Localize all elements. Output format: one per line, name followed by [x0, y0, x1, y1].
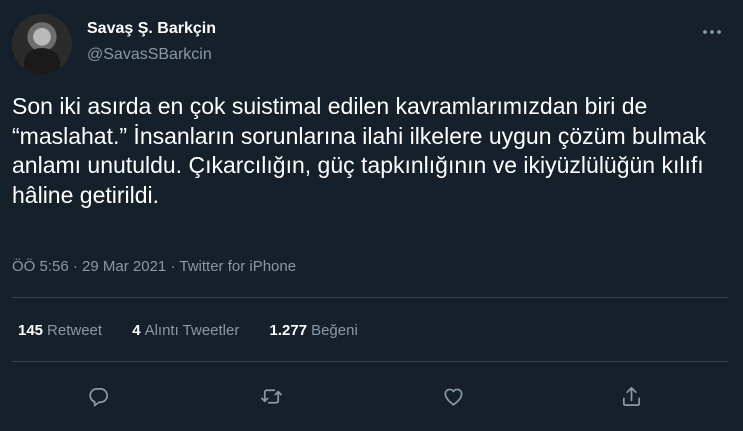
share-button[interactable]: [611, 376, 651, 416]
quotes-label: Alıntı Tweetler: [144, 322, 240, 339]
retweets-stat[interactable]: 145 Retweet: [18, 322, 102, 339]
heart-icon: [443, 388, 463, 406]
tweet-date[interactable]: 29 Mar 2021: [82, 258, 166, 275]
meta-separator: ·: [72, 258, 83, 275]
reply-icon: [88, 387, 108, 406]
action-bar: [0, 376, 743, 416]
retweet-button[interactable]: [251, 376, 291, 416]
tweet-time[interactable]: ÖÖ 5:56: [12, 258, 69, 275]
likes-stat[interactable]: 1.277 Beğeni: [270, 322, 358, 339]
retweets-count: 145: [18, 322, 44, 339]
quotes-count: 4: [132, 322, 141, 339]
tweet-card: Savaş Ş. Barkçin @SavasSBarkcin Son iki …: [0, 0, 743, 431]
tweet-source[interactable]: Twitter for iPhone: [179, 258, 296, 275]
display-name[interactable]: Savaş Ş. Barkçin: [87, 20, 216, 38]
tweet-text: Son iki asırda en çok suistimal edilen k…: [12, 93, 707, 208]
quotes-stat[interactable]: 4 Alıntı Tweetler: [132, 322, 239, 339]
likes-count: 1.277: [269, 322, 308, 339]
divider: [12, 361, 728, 362]
likes-label: Beğeni: [311, 322, 358, 339]
retweet-icon: [260, 388, 282, 404]
share-icon: [622, 386, 640, 406]
avatar[interactable]: [12, 14, 72, 74]
like-button[interactable]: [433, 376, 473, 416]
retweets-label: Retweet: [47, 322, 103, 339]
tweet-meta: ÖÖ 5:56 · 29 Mar 2021 · Twitter for iPho…: [12, 258, 296, 275]
more-options-icon[interactable]: [697, 17, 727, 47]
reply-button[interactable]: [78, 376, 118, 416]
tweet-stats: 145 Retweet 4 Alıntı Tweetler 1.277 Beğeni: [18, 322, 384, 339]
user-handle[interactable]: @SavasSBarkcin: [87, 46, 212, 64]
divider: [12, 297, 728, 298]
